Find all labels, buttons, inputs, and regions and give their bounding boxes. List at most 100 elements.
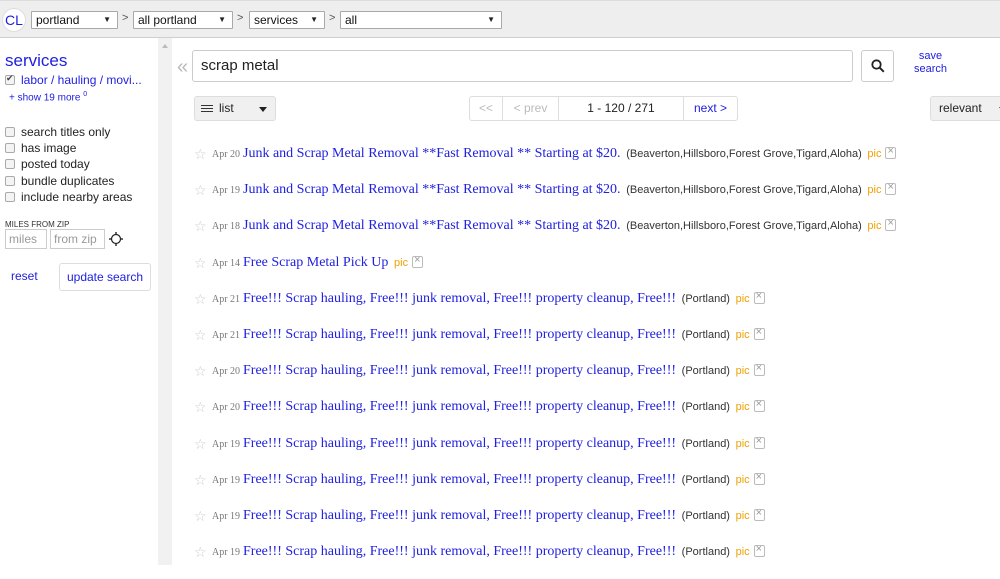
post-date: Apr 20: [212, 149, 241, 160]
result-location: (Portland): [681, 473, 730, 486]
scroll-up-arrow-icon[interactable]: [162, 44, 168, 48]
hide-posting-icon[interactable]: [753, 326, 765, 340]
region-select[interactable]: portland ▼: [31, 11, 118, 29]
save-search-link[interactable]: save search: [914, 50, 947, 76]
option-posted-today[interactable]: posted today: [5, 157, 90, 171]
subregion-select[interactable]: all portland ▼: [133, 11, 233, 29]
first-page-button[interactable]: <<: [470, 97, 503, 120]
post-date: Apr 20: [212, 366, 241, 378]
prev-page-button[interactable]: < prev: [503, 97, 559, 120]
dropdown-arrow-icon: ▼: [218, 15, 226, 24]
category-select[interactable]: services ▼: [249, 11, 325, 29]
show-more-link[interactable]: + show 19 more 0: [9, 91, 87, 103]
hide-posting-icon[interactable]: [753, 543, 765, 558]
has-pic-tag: pic: [735, 546, 750, 559]
result-location: (Portland): [681, 328, 730, 341]
hide-posting-icon[interactable]: [753, 362, 765, 377]
hide-posting-icon[interactable]: [753, 290, 765, 304]
hide-posting-icon[interactable]: [753, 435, 765, 449]
show-more-count: 0: [83, 91, 88, 98]
category-checkbox[interactable]: [5, 73, 15, 85]
result-title-link[interactable]: Junk and Scrap Metal Removal **Fast Remo…: [243, 146, 621, 161]
hide-posting-icon[interactable]: [885, 181, 897, 196]
result-title-link[interactable]: Free!!! Scrap hauling, Free!!! junk remo…: [243, 399, 676, 414]
option-bundle-duplicates[interactable]: bundle duplicates: [5, 174, 114, 188]
option-label: has image: [21, 141, 77, 155]
favorite-star-icon[interactable]: ☆: [194, 291, 207, 308]
result-title-link[interactable]: Free!!! Scrap hauling, Free!!! junk remo…: [243, 544, 676, 559]
craigslist-logo[interactable]: CL: [2, 8, 26, 32]
favorite-star-icon[interactable]: ☆: [194, 399, 207, 416]
sidebar-scrollbar[interactable]: [158, 38, 172, 565]
category-filter[interactable]: labor / hauling / movi...: [5, 73, 142, 87]
search-titles-checkbox[interactable]: [5, 127, 15, 137]
miles-from-zip-label: MILES FROM ZIP: [5, 220, 70, 229]
result-row: ☆ Apr 20 Free!!! Scrap hauling, Free!!! ju…: [194, 362, 1000, 398]
save-search-label-line1: save: [918, 50, 943, 62]
posted-today-checkbox[interactable]: [5, 159, 15, 169]
search-button[interactable]: [861, 50, 894, 82]
collapse-sidebar-icon[interactable]: «: [177, 56, 188, 79]
result-title-link[interactable]: Free!!! Scrap hauling, Free!!! junk remo…: [243, 508, 676, 523]
result-title-link[interactable]: Free Scrap Metal Pick Up: [243, 255, 388, 270]
top-bar: CL portland ▼ > all portland ▼ > service…: [0, 0, 1000, 38]
zip-input[interactable]: from zip: [50, 229, 105, 249]
result-location: (Portland): [681, 509, 730, 522]
sidebar-title[interactable]: services: [5, 51, 67, 71]
favorite-star-icon[interactable]: ☆: [194, 327, 207, 344]
result-title-link[interactable]: Free!!! Scrap hauling, Free!!! junk remo…: [243, 327, 676, 342]
favorite-star-icon[interactable]: ☆: [194, 255, 207, 272]
favorite-star-icon[interactable]: ☆: [194, 508, 207, 525]
favorite-star-icon[interactable]: ☆: [194, 182, 207, 199]
dropdown-arrow-icon: ▼: [103, 15, 111, 24]
breadcrumb-separator: >: [329, 12, 336, 24]
has-image-checkbox[interactable]: [5, 143, 15, 153]
result-title-link[interactable]: Free!!! Scrap hauling, Free!!! junk remo…: [243, 291, 676, 306]
favorite-star-icon[interactable]: ☆: [194, 218, 207, 235]
option-search-titles-only[interactable]: search titles only: [5, 125, 110, 139]
subcategory-select[interactable]: all ▼: [340, 11, 502, 29]
category-filter-label: labor / hauling / movi...: [21, 73, 142, 87]
result-title-link[interactable]: Free!!! Scrap hauling, Free!!! junk remo…: [243, 436, 676, 451]
view-mode-dropdown[interactable]: list: [194, 96, 276, 121]
show-more-label: + show 19 more: [9, 92, 81, 104]
hide-posting-icon[interactable]: [753, 507, 765, 521]
favorite-star-icon[interactable]: ☆: [194, 146, 207, 163]
include-nearby-checkbox[interactable]: [5, 192, 15, 202]
hide-posting-icon[interactable]: [753, 398, 765, 413]
result-row: ☆ Apr 14 Free Scrap Metal Pick Up pic: [194, 254, 1000, 290]
option-include-nearby[interactable]: include nearby areas: [5, 190, 132, 204]
hide-posting-icon[interactable]: [412, 254, 424, 268]
sort-value: relevant: [939, 101, 982, 115]
reset-link[interactable]: reset: [11, 269, 38, 283]
favorite-star-icon[interactable]: ☆: [194, 544, 207, 561]
dropdown-arrow-icon: ▼: [487, 15, 495, 24]
breadcrumb-separator: >: [122, 12, 129, 24]
region-select-value: portland: [36, 13, 80, 27]
caret-down-icon: [259, 107, 267, 112]
option-has-image[interactable]: has image: [5, 141, 76, 155]
result-row: ☆ Apr 19 Free!!! Scrap hauling, Free!!! ju…: [194, 507, 1000, 543]
hide-posting-icon[interactable]: [753, 471, 765, 485]
result-title-link[interactable]: Free!!! Scrap hauling, Free!!! junk remo…: [243, 363, 676, 378]
subregion-select-value: all portland: [138, 13, 197, 27]
bundle-duplicates-checkbox[interactable]: [5, 176, 15, 186]
result-title-link[interactable]: Junk and Scrap Metal Removal **Fast Remo…: [243, 182, 621, 197]
has-pic-tag: pic: [735, 401, 750, 414]
search-input[interactable]: scrap metal: [192, 50, 853, 82]
subcategory-select-value: all: [345, 13, 358, 27]
has-pic-tag: pic: [735, 437, 750, 450]
favorite-star-icon[interactable]: ☆: [194, 472, 207, 489]
locate-me-icon[interactable]: [109, 232, 123, 246]
result-title-link[interactable]: Junk and Scrap Metal Removal **Fast Remo…: [243, 218, 621, 233]
miles-input[interactable]: miles: [5, 229, 47, 249]
next-page-button[interactable]: next >: [684, 97, 737, 120]
result-location: (Portland): [681, 365, 730, 378]
result-title-link[interactable]: Free!!! Scrap hauling, Free!!! junk remo…: [243, 472, 676, 487]
favorite-star-icon[interactable]: ☆: [194, 436, 207, 453]
hide-posting-icon[interactable]: [885, 145, 897, 159]
sort-dropdown[interactable]: relevant: [930, 96, 1000, 121]
update-search-button[interactable]: update search: [59, 263, 151, 291]
favorite-star-icon[interactable]: ☆: [194, 363, 207, 380]
hide-posting-icon[interactable]: [885, 217, 897, 232]
